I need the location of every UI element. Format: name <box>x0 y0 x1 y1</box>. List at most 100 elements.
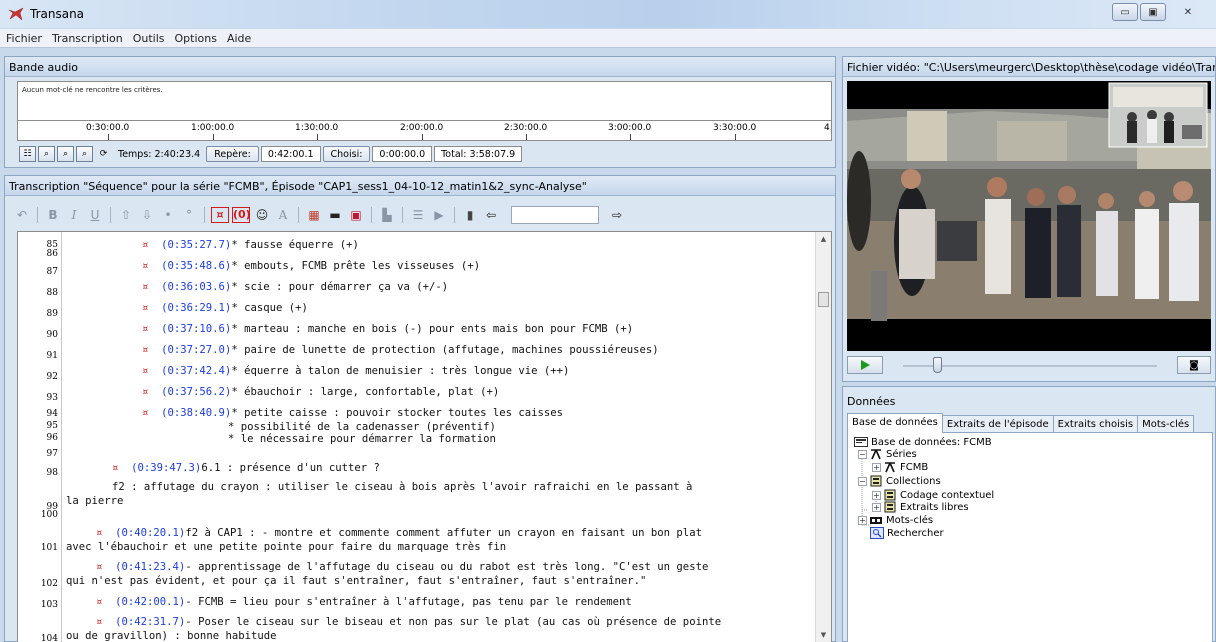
transcript-line: ¤ (0:37:10.6)* marteau : manche en bois … <box>142 323 634 335</box>
menu-transcription[interactable]: Transcription <box>46 29 127 45</box>
tree-node-fcmb[interactable]: + FCMB <box>872 461 928 473</box>
series-icon <box>869 448 883 460</box>
save-icon[interactable]: ▣ <box>347 208 365 222</box>
line-number: 101 <box>40 543 58 553</box>
workshop-video-image <box>847 82 1211 321</box>
tree-node-series[interactable]: − Séries <box>858 448 917 460</box>
transcript-line: * possibilité de la cadenasser (préventi… <box>228 421 496 433</box>
refresh-icon[interactable]: ⟳ <box>95 146 112 162</box>
camera-icon: ◙ <box>1189 359 1199 371</box>
inbreath-icon[interactable]: • <box>159 208 177 222</box>
tab-base-de-donnees[interactable]: Base de données <box>847 413 943 433</box>
menu-fichier[interactable]: Fichier <box>0 29 46 45</box>
tree-node-mots-cles[interactable]: + Mots-clés <box>858 514 933 526</box>
transcript-line: ¤ (0:42:31.7)- Poser le ciseau sur le bi… <box>96 616 722 628</box>
collapse-icon[interactable]: − <box>858 449 867 459</box>
list-view-icon[interactable]: ☷ <box>19 146 36 162</box>
audio-timeline[interactable]: 0:30:00.0 1:00:00.0 1:30:00.0 2:00:00.0 … <box>17 121 832 141</box>
timed-pause-icon[interactable]: (0) <box>232 207 251 223</box>
menu-bar: Fichier Transcription Outils Options Aide <box>0 29 1216 48</box>
menu-options[interactable]: Options <box>169 29 221 45</box>
italic-icon[interactable]: I <box>65 208 83 222</box>
scroll-thumb[interactable] <box>818 292 829 307</box>
zoom-in-icon[interactable]: ⌕ <box>57 146 74 162</box>
expand-icon[interactable]: + <box>872 462 881 472</box>
repere-button[interactable]: Repère: <box>206 146 259 162</box>
transcript-search-input[interactable] <box>511 206 599 224</box>
expand-icon[interactable]: + <box>872 502 881 512</box>
clip-icon[interactable]: ▬ <box>326 208 344 222</box>
timeline-tick: 1:00:00.0 <box>191 123 234 140</box>
transcript-line: ¤ (0:38:40.9)* petite caisse : pouvoir s… <box>142 407 563 419</box>
transcript-line: ¤ (0:35:48.6)* embouts, FCMB prête les v… <box>142 260 481 272</box>
tree-node-database[interactable]: Base de données: FCMB <box>854 436 992 448</box>
play-button[interactable] <box>847 356 883 374</box>
transcript-line: ¤ (0:40:20.1)f2 à CAP1 : - montre et com… <box>96 527 702 539</box>
bold-icon[interactable]: B <box>44 208 62 222</box>
falling-intonation-icon[interactable]: ⇩ <box>138 208 156 222</box>
font-icon[interactable]: A <box>274 208 292 222</box>
transana-app-icon <box>8 7 24 21</box>
search-back-icon[interactable]: ⇦ <box>482 208 500 222</box>
collapse-icon[interactable]: − <box>858 476 867 486</box>
video-position-slider[interactable] <box>891 356 1169 374</box>
slider-thumb[interactable] <box>933 357 942 373</box>
tree-node-collections[interactable]: − Collections <box>858 475 941 487</box>
data-panel-title: Données <box>847 395 896 408</box>
underline-icon[interactable]: U <box>86 208 104 222</box>
expand-icon[interactable]: + <box>872 490 881 500</box>
scroll-down-icon[interactable]: ▼ <box>816 628 831 642</box>
tab-extraits-choisis[interactable]: Extraits choisis <box>1052 415 1139 433</box>
choisi-button[interactable]: Choisi: <box>322 146 371 162</box>
transcript-line: f2 : affutage du crayon : utiliser le ci… <box>112 481 693 493</box>
zoom-out-icon[interactable]: ⌕ <box>76 146 93 162</box>
transcript-editor[interactable]: 85 86 87 88 89 90 91 92 93 94 95 96 97 9… <box>17 231 832 642</box>
search-forward-icon[interactable]: ⇨ <box>608 208 626 222</box>
whisper-icon[interactable]: ° <box>180 208 198 222</box>
choisi-value: 0:00:00.0 <box>372 146 433 162</box>
rising-intonation-icon[interactable]: ⇧ <box>117 208 135 222</box>
total-value: Total: 3:58:07.9 <box>434 146 523 162</box>
menu-outils[interactable]: Outils <box>127 29 169 45</box>
people-icon[interactable]: ☺ <box>253 208 271 222</box>
transcript-line: * le nécessaire pour démarrer la formati… <box>228 433 496 445</box>
line-number: 97 <box>46 449 58 459</box>
waveform-area[interactable]: Aucun mot-clé ne rencontre les critères. <box>17 81 832 121</box>
play-icon <box>861 360 870 370</box>
minimize-button[interactable]: ▭ <box>1112 3 1138 21</box>
database-tree[interactable]: Base de données: FCMB − Séries + FCMB − … <box>847 432 1213 642</box>
undo-icon[interactable]: ↶ <box>13 208 31 222</box>
snapshot-icon[interactable]: ▦ <box>305 208 323 222</box>
traffic-light-icon[interactable]: ▮ <box>461 208 479 222</box>
tree-node-rechercher[interactable]: Rechercher <box>870 527 944 539</box>
transcript-line: ¤ (0:36:03.6)* scie : pour démarrer ça v… <box>142 281 449 293</box>
transcript-panel-title: Transcription "Séquence" pour la série "… <box>5 176 835 196</box>
line-number: 86 <box>46 249 58 259</box>
close-button[interactable]: ✕ <box>1168 3 1208 21</box>
tree-node-extraits-libres[interactable]: + Extraits libres <box>872 501 969 513</box>
line-number: 102 <box>40 579 58 589</box>
transcript-line: ¤ (0:42:00.1)- FCMB = lieu pour s'entraî… <box>96 596 632 608</box>
transcript-text[interactable]: ¤ (0:35:27.7)* fausse équerre (+) ¤ (0:3… <box>66 232 816 642</box>
timeline-tick: 4: <box>824 123 832 133</box>
transcript-line: avec l'ébauchoir et une petite pointe po… <box>66 541 507 553</box>
transcript-line: ¤ (0:36:29.1)* casque (+) <box>142 302 308 314</box>
snapshot-camera-button[interactable]: ◙ <box>1177 356 1211 374</box>
series-icon <box>883 461 897 473</box>
keyword-icon <box>869 514 883 526</box>
video-frame[interactable] <box>847 81 1211 351</box>
tree-node-codage-contextuel[interactable]: + Codage contextuel <box>872 489 994 501</box>
tab-extraits-episode[interactable]: Extraits de l'épisode <box>941 415 1054 433</box>
timecode-icon[interactable]: ¤ <box>211 207 229 223</box>
transcript-scrollbar[interactable]: ▲ ▼ <box>815 232 831 642</box>
tab-mots-cles[interactable]: Mots-clés <box>1137 415 1195 433</box>
scroll-up-icon[interactable]: ▲ <box>816 232 831 246</box>
play-icon[interactable]: ▶ <box>430 208 448 222</box>
expand-icon[interactable]: + <box>858 515 867 525</box>
property-icon[interactable]: ▙ <box>378 208 396 222</box>
align-icon[interactable]: ☰ <box>409 208 427 222</box>
line-number: 95 <box>46 421 58 431</box>
maximize-button[interactable]: ▣ <box>1140 3 1166 21</box>
menu-aide[interactable]: Aide <box>221 29 255 45</box>
zoom-icon[interactable]: ⌕ <box>38 146 55 162</box>
